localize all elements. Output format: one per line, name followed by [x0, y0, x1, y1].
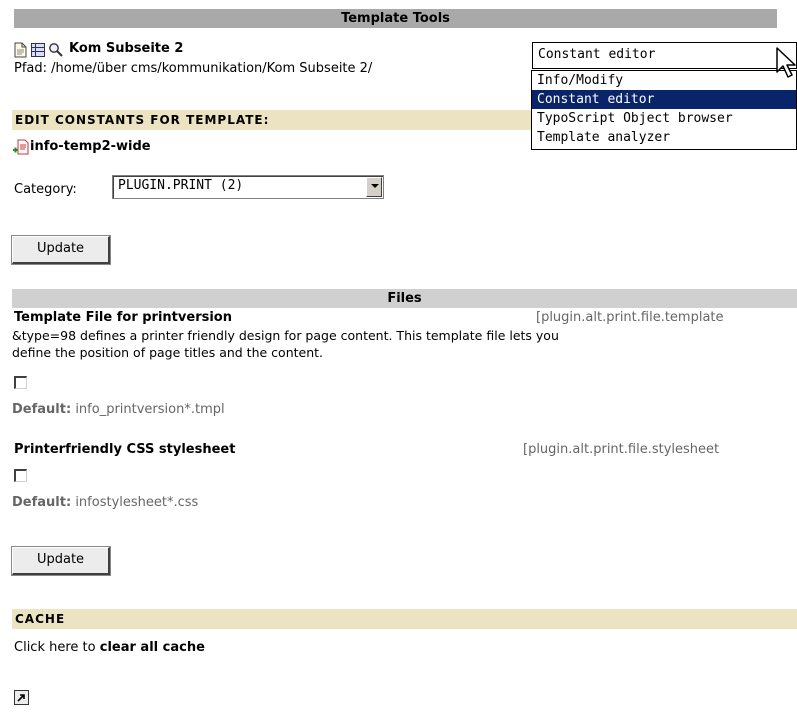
file-item-title: Template File for printversion — [14, 310, 232, 325]
page-icon[interactable] — [14, 42, 27, 58]
category-label: Category: — [14, 182, 77, 197]
file-item-checkbox[interactable] — [14, 376, 27, 389]
function-menu-dropdown[interactable]: Info/Modify Constant editor TypoScript O… — [531, 70, 797, 150]
menu-option-template-analyzer[interactable]: Template analyzer — [532, 128, 796, 147]
file-item-checkbox[interactable] — [14, 469, 27, 482]
chevron-down-icon[interactable] — [366, 177, 382, 197]
template-tools-header: Template Tools — [14, 9, 777, 28]
category-select[interactable]: PLUGIN.PRINT (2) — [112, 175, 384, 199]
mouse-cursor-icon — [775, 47, 797, 81]
cache-heading: CACHE — [12, 609, 797, 629]
clear-cache-text: Click here to clear all cache — [14, 640, 205, 655]
clear-cache-link[interactable]: clear all cache — [100, 640, 205, 655]
function-menu-select[interactable]: Constant editor — [532, 42, 797, 69]
template-name: info-temp2-wide — [30, 139, 151, 154]
page-name: Kom Subseite 2 — [69, 41, 184, 56]
file-item-description-2: define the position of page titles and t… — [12, 345, 324, 360]
update-button[interactable]: Update — [12, 236, 110, 264]
menu-option-info-modify[interactable]: Info/Modify — [532, 71, 796, 90]
template-edit-icon[interactable] — [13, 139, 30, 155]
list-view-icon[interactable] — [31, 43, 45, 57]
page-path: Pfad: /home/über cms/kommunikation/Kom S… — [14, 61, 373, 76]
file-item-key: [plugin.alt.print.file.stylesheet — [523, 442, 720, 457]
file-item-default: Default: infostylesheet*.css — [12, 495, 199, 510]
file-item-key: [plugin.alt.print.file.template — [536, 310, 724, 325]
menu-option-typoscript-object-browser[interactable]: TypoScript Object browser — [532, 109, 796, 128]
magnifier-icon[interactable] — [48, 42, 63, 57]
file-item-description: &type=98 defines a printer friendly desi… — [12, 328, 559, 343]
file-item-default: Default: info_printversion*.tmpl — [12, 402, 225, 417]
function-menu-value: Constant editor — [538, 47, 656, 62]
header-title: Template Tools — [341, 11, 450, 26]
update-button[interactable]: Update — [12, 547, 110, 575]
category-value: PLUGIN.PRINT (2) — [118, 178, 244, 193]
files-heading: Files — [12, 289, 797, 308]
menu-option-constant-editor[interactable]: Constant editor — [532, 90, 796, 109]
file-item-title: Printerfriendly CSS stylesheet — [14, 442, 236, 457]
open-in-new-window-icon[interactable] — [14, 690, 29, 705]
